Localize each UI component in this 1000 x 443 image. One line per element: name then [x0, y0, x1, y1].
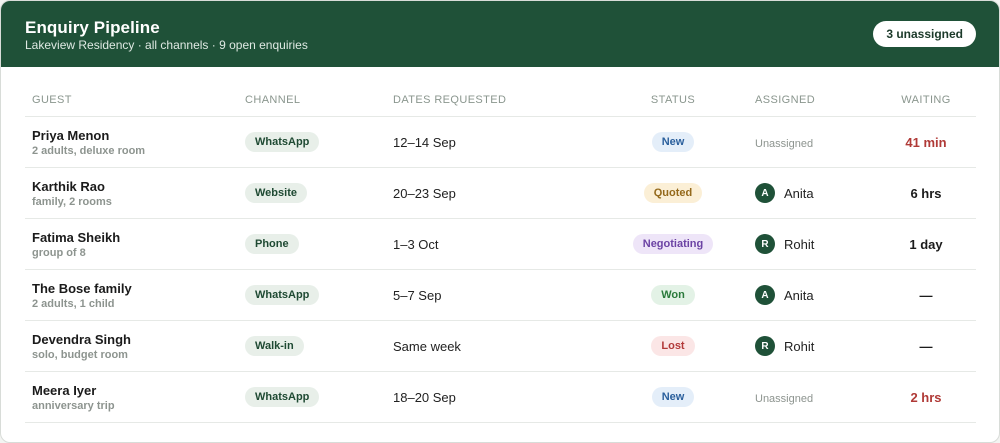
assigned-cell: Unassigned — [748, 116, 876, 168]
channel-cell: WhatsApp — [238, 116, 386, 168]
waiting-cell: 41 min — [876, 116, 976, 168]
table-row[interactable]: Meera Iyer anniversary trip WhatsApp 18–… — [25, 371, 976, 423]
waiting-cell: — — [876, 320, 976, 372]
dates-cell: 12–14 Sep — [386, 116, 598, 168]
guest-name[interactable]: Fatima Sheikh — [32, 230, 238, 245]
channel-cell: WhatsApp — [238, 371, 386, 423]
guest-name[interactable]: Priya Menon — [32, 128, 238, 143]
waiting-cell: 6 hrs — [876, 167, 976, 219]
table-row[interactable]: Devendra Singh solo, budget room Walk-in… — [25, 320, 976, 372]
assignee[interactable]: R Rohit — [755, 336, 876, 356]
guest-detail: anniversary trip — [32, 399, 115, 412]
avatar: A — [755, 183, 775, 203]
channel-cell: WhatsApp — [238, 269, 386, 321]
unassigned-label[interactable]: Unassigned — [755, 138, 813, 150]
page-title: Enquiry Pipeline — [25, 18, 160, 37]
page-subtitle: Lakeview Residency · all channels · 9 op… — [25, 38, 308, 52]
waiting-time: — — [919, 287, 933, 303]
column-header-guest[interactable]: GUEST — [25, 83, 238, 117]
guest-cell: Meera Iyer anniversary trip — [25, 371, 238, 423]
guest-cell: Fatima Sheikh group of 8 — [25, 218, 238, 270]
status-cell: Negotiating — [598, 218, 748, 270]
dates-cell: 1–3 Oct — [386, 218, 598, 270]
waiting-cell: 1 day — [876, 218, 976, 270]
waiting-cell: — — [876, 269, 976, 321]
channel-cell: Website — [238, 167, 386, 219]
table-header-row: GUEST CHANNEL DATES REQUESTED STATUS ASS… — [25, 83, 976, 117]
table-row[interactable]: The Bose family 2 adults, 1 child WhatsA… — [25, 269, 976, 321]
guest-cell: Devendra Singh solo, budget room — [25, 320, 238, 372]
table-row[interactable]: Karthik Rao family, 2 rooms Website 20–2… — [25, 167, 976, 219]
guest-detail: 2 adults, deluxe room — [32, 144, 146, 157]
guest-cell: Karthik Rao family, 2 rooms — [25, 167, 238, 219]
status-cell: Lost — [598, 320, 748, 372]
status-cell: New — [598, 371, 748, 423]
waiting-time: 6 hrs — [910, 185, 942, 201]
dates-cell: 5–7 Sep — [386, 269, 598, 321]
status-cell: Quoted — [598, 167, 748, 219]
waiting-time: 41 min — [905, 134, 947, 150]
status-badge[interactable]: New — [651, 132, 695, 152]
assignee[interactable]: A Anita — [755, 285, 876, 305]
waiting-time: — — [919, 338, 933, 354]
waiting-cell: 2 hrs — [876, 371, 976, 423]
dates-cell: 18–20 Sep — [386, 371, 598, 423]
enquiry-table: GUEST CHANNEL DATES REQUESTED STATUS ASS… — [25, 83, 976, 423]
column-header-assigned[interactable]: ASSIGNED — [748, 83, 876, 117]
waiting-time: 2 hrs — [910, 389, 942, 405]
enquiry-pipeline-card: Enquiry Pipeline Lakeview Residency · al… — [0, 0, 1000, 443]
assignee[interactable]: A Anita — [755, 183, 876, 203]
status-badge[interactable]: Quoted — [643, 183, 703, 203]
status-badge[interactable]: Negotiating — [632, 234, 714, 254]
guest-name[interactable]: Meera Iyer — [32, 383, 238, 398]
status-cell: New — [598, 116, 748, 168]
guest-cell: Priya Menon 2 adults, deluxe room — [25, 116, 238, 168]
channel-chip: Walk-in — [245, 336, 304, 356]
guest-name[interactable]: The Bose family — [32, 281, 238, 296]
assigned-cell: R Rohit — [748, 320, 876, 372]
dates-cell: 20–23 Sep — [386, 167, 598, 219]
guest-name[interactable]: Devendra Singh — [32, 332, 238, 347]
assignee-name: Anita — [784, 287, 814, 303]
status-badge[interactable]: Lost — [651, 336, 695, 356]
unassigned-count-badge[interactable]: 3 unassigned — [873, 21, 976, 47]
status-cell: Won — [598, 269, 748, 321]
avatar: A — [755, 285, 775, 305]
channel-cell: Walk-in — [238, 320, 386, 372]
assignee[interactable]: R Rohit — [755, 234, 876, 254]
dates-cell: Same week — [386, 320, 598, 372]
assigned-cell: A Anita — [748, 269, 876, 321]
waiting-time: 1 day — [909, 236, 943, 252]
column-header-waiting[interactable]: WAITING — [876, 83, 976, 117]
column-header-dates[interactable]: DATES REQUESTED — [386, 83, 598, 117]
status-badge[interactable]: New — [651, 387, 695, 407]
guest-detail: solo, budget room — [32, 348, 128, 361]
channel-chip: WhatsApp — [245, 285, 320, 305]
avatar: R — [755, 336, 775, 356]
column-header-status[interactable]: STATUS — [598, 83, 748, 117]
avatar: R — [755, 234, 775, 254]
guest-detail: 2 adults, 1 child — [32, 297, 115, 310]
assigned-cell: R Rohit — [748, 218, 876, 270]
assigned-cell: A Anita — [748, 167, 876, 219]
pipeline-header: Enquiry Pipeline Lakeview Residency · al… — [1, 1, 999, 67]
unassigned-label[interactable]: Unassigned — [755, 393, 813, 405]
table-row[interactable]: Priya Menon 2 adults, deluxe room WhatsA… — [25, 116, 976, 168]
status-badge[interactable]: Won — [651, 285, 695, 305]
assignee-name: Rohit — [784, 338, 815, 354]
assigned-cell: Unassigned — [748, 371, 876, 423]
column-header-channel[interactable]: CHANNEL — [238, 83, 386, 117]
guest-cell: The Bose family 2 adults, 1 child — [25, 269, 238, 321]
assignee-name: Anita — [784, 185, 814, 201]
channel-chip: WhatsApp — [245, 132, 320, 152]
channel-chip: WhatsApp — [245, 387, 320, 407]
guest-detail: group of 8 — [32, 246, 86, 259]
guest-detail: family, 2 rooms — [32, 195, 112, 208]
channel-chip: Phone — [245, 234, 299, 254]
channel-cell: Phone — [238, 218, 386, 270]
table-row[interactable]: Fatima Sheikh group of 8 Phone 1–3 Oct N… — [25, 218, 976, 270]
channel-chip: Website — [245, 183, 307, 203]
guest-name[interactable]: Karthik Rao — [32, 179, 238, 194]
assignee-name: Rohit — [784, 236, 815, 252]
